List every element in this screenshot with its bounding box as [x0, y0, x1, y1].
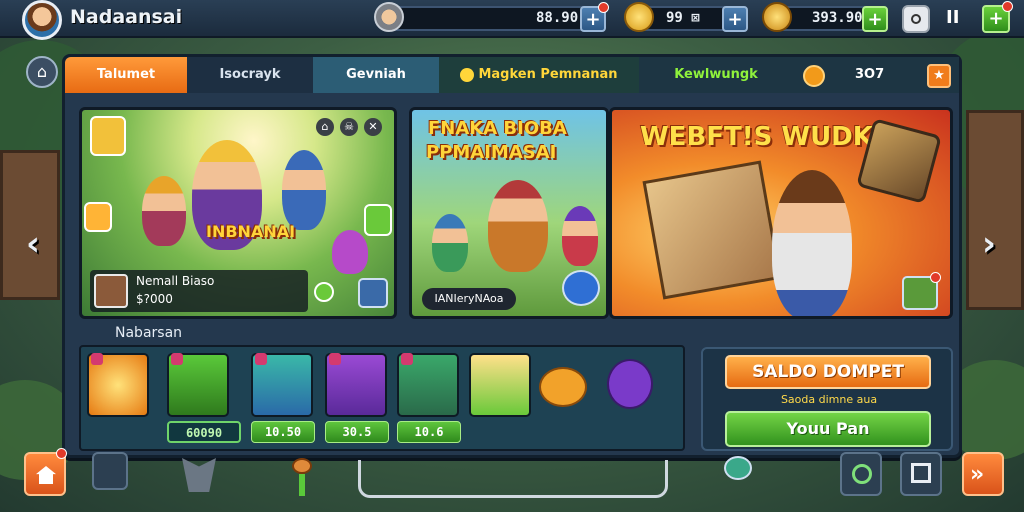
featured-card-1[interactable]: ⌂ ☠ ✕ INBNANAI Nemall Biaso $?000 — [79, 107, 397, 319]
item-goblin[interactable] — [167, 353, 229, 417]
card-title-line2: PPMAIMASAI — [426, 142, 557, 163]
notification-dot — [930, 272, 941, 283]
skull-icon[interactable]: ☠ — [340, 118, 358, 136]
section-title: Nabarsan — [115, 325, 183, 341]
medal-icon — [803, 65, 825, 87]
item-badge — [401, 353, 413, 365]
tools-icon[interactable]: ✕ — [364, 118, 382, 136]
viking-helmet-icon — [374, 2, 404, 32]
card-banner: INBNANAI — [206, 222, 296, 241]
camera-icon[interactable] — [902, 5, 930, 33]
shield-icon[interactable] — [182, 458, 216, 492]
tab-bar-right: 3O7 ★ — [793, 57, 959, 93]
card-caption: IANIeryNAoa — [422, 288, 516, 310]
card-title-line1: FNAKA BIOBA — [428, 118, 567, 139]
fast-forward-icon: » — [970, 462, 985, 487]
avatar — [94, 274, 128, 308]
item-price-cowboy[interactable]: 10.6 — [397, 421, 461, 443]
monster-icon[interactable] — [607, 359, 653, 409]
item-price-wizard[interactable]: 10.50 — [251, 421, 315, 443]
resource-helmet: 88.90 — [384, 6, 606, 31]
item-price-goblin[interactable]: 60090 — [167, 421, 241, 443]
wallet-subtitle: Saoda dimne aua — [780, 393, 878, 406]
ally-character — [432, 214, 468, 272]
item-badge — [255, 353, 267, 365]
bottom-tray — [358, 460, 668, 498]
items-row: 60090 10.50 30.5 10.6 — [79, 345, 685, 451]
resource-coins-value: 393.90 — [812, 10, 863, 26]
home-icon[interactable]: ⌂ — [26, 56, 58, 88]
notification-dot — [1002, 1, 1013, 12]
item-treasure[interactable] — [87, 353, 149, 417]
card-character-name: Nemall Biaso — [136, 274, 215, 288]
avatar[interactable] — [22, 0, 62, 40]
hero-character — [772, 170, 852, 316]
info-bar: Nemall Biaso $?000 — [90, 270, 334, 312]
item-price-kid[interactable]: 30.5 — [325, 421, 389, 443]
hero-character — [488, 180, 548, 272]
coin-icon — [460, 67, 475, 82]
key-icon[interactable] — [288, 458, 316, 498]
notification-dot — [598, 2, 609, 13]
tab-magken-pemnanan-label: Magken Pemnanan — [478, 67, 618, 82]
item-badge — [91, 353, 103, 365]
resource-helmet-value: 88.90 — [536, 10, 579, 26]
tab-kewlwungk[interactable]: Kewlwungk — [639, 57, 793, 93]
ally-character — [282, 150, 326, 230]
treasure-box-icon — [642, 160, 782, 300]
item-kid[interactable] — [397, 353, 459, 417]
tab-isocrayk[interactable]: Isocrayk — [187, 57, 313, 93]
tab-gevniah[interactable]: Gevniah — [313, 57, 439, 93]
item-badge — [329, 353, 341, 365]
wallet-balance-button[interactable]: SALDO DOMPET — [725, 355, 931, 389]
refresh-button[interactable] — [840, 452, 882, 496]
count-value: 3O7 — [855, 67, 885, 82]
ally-character — [562, 206, 598, 266]
resource-ticket-value: 99 ⊠ — [666, 10, 700, 26]
tab-bar: Talumet Isocrayk Gevniah Magken Pemnanan… — [65, 57, 959, 93]
window-button[interactable] — [900, 452, 942, 496]
fast-forward-button[interactable]: » — [962, 452, 1004, 496]
star-icon[interactable]: ★ — [927, 64, 951, 88]
notification-dot — [56, 448, 67, 459]
menu-button[interactable] — [92, 452, 128, 490]
gem-icon — [84, 202, 112, 232]
hunt-icon[interactable]: ⌂ — [316, 118, 334, 136]
pay-button[interactable]: Youu Pan — [725, 411, 931, 447]
card-title: WEBFT!S WUDK — [640, 122, 873, 152]
background-house — [966, 110, 1024, 310]
shop-panel: Talumet Isocrayk Gevniah Magken Pemnanan… — [62, 54, 962, 458]
home-icon — [36, 466, 56, 484]
pause-button[interactable]: II — [946, 7, 959, 28]
card-price: $?000 — [136, 292, 173, 306]
chest-icon[interactable] — [358, 278, 388, 308]
portrait-icon — [90, 116, 126, 156]
refresh-icon — [852, 464, 872, 484]
gold-ticket-icon — [624, 2, 654, 32]
prev-arrow-icon[interactable]: ‹ — [26, 224, 40, 264]
item-wizard[interactable] — [325, 353, 387, 417]
featured-card-3[interactable]: WEBFT!S WUDK — [609, 107, 953, 319]
coin-icon[interactable] — [314, 282, 334, 302]
wallet-panel: SALDO DOMPET Saoda dimne aua Youu Pan — [701, 347, 953, 451]
featured-card-2[interactable]: FNAKA BIOBA PPMAIMASAI IANIeryNAoa — [409, 107, 609, 319]
ally-character — [142, 176, 186, 246]
item-cowboy[interactable] — [469, 353, 531, 417]
window-icon — [911, 463, 931, 483]
add-coins-button[interactable]: + — [862, 6, 888, 32]
scroll-icon — [364, 204, 392, 236]
tab-talumet[interactable]: Talumet — [65, 57, 187, 93]
globe-icon[interactable] — [724, 456, 752, 480]
top-bar: Nadaansai 88.90 + 99 ⊠ + 393.90 + II + — [0, 0, 1024, 40]
item-badge — [171, 353, 183, 365]
item-pair[interactable] — [251, 353, 313, 417]
monster-icon[interactable] — [539, 367, 587, 407]
next-arrow-icon[interactable]: › — [982, 224, 996, 264]
monster-character — [332, 230, 368, 274]
add-ticket-button[interactable]: + — [722, 6, 748, 32]
tab-magken-pemnanan[interactable]: Magken Pemnanan — [439, 57, 639, 93]
coin-icon — [762, 2, 792, 32]
player-name: Nadaansai — [70, 6, 183, 28]
monster-icon — [562, 270, 600, 306]
